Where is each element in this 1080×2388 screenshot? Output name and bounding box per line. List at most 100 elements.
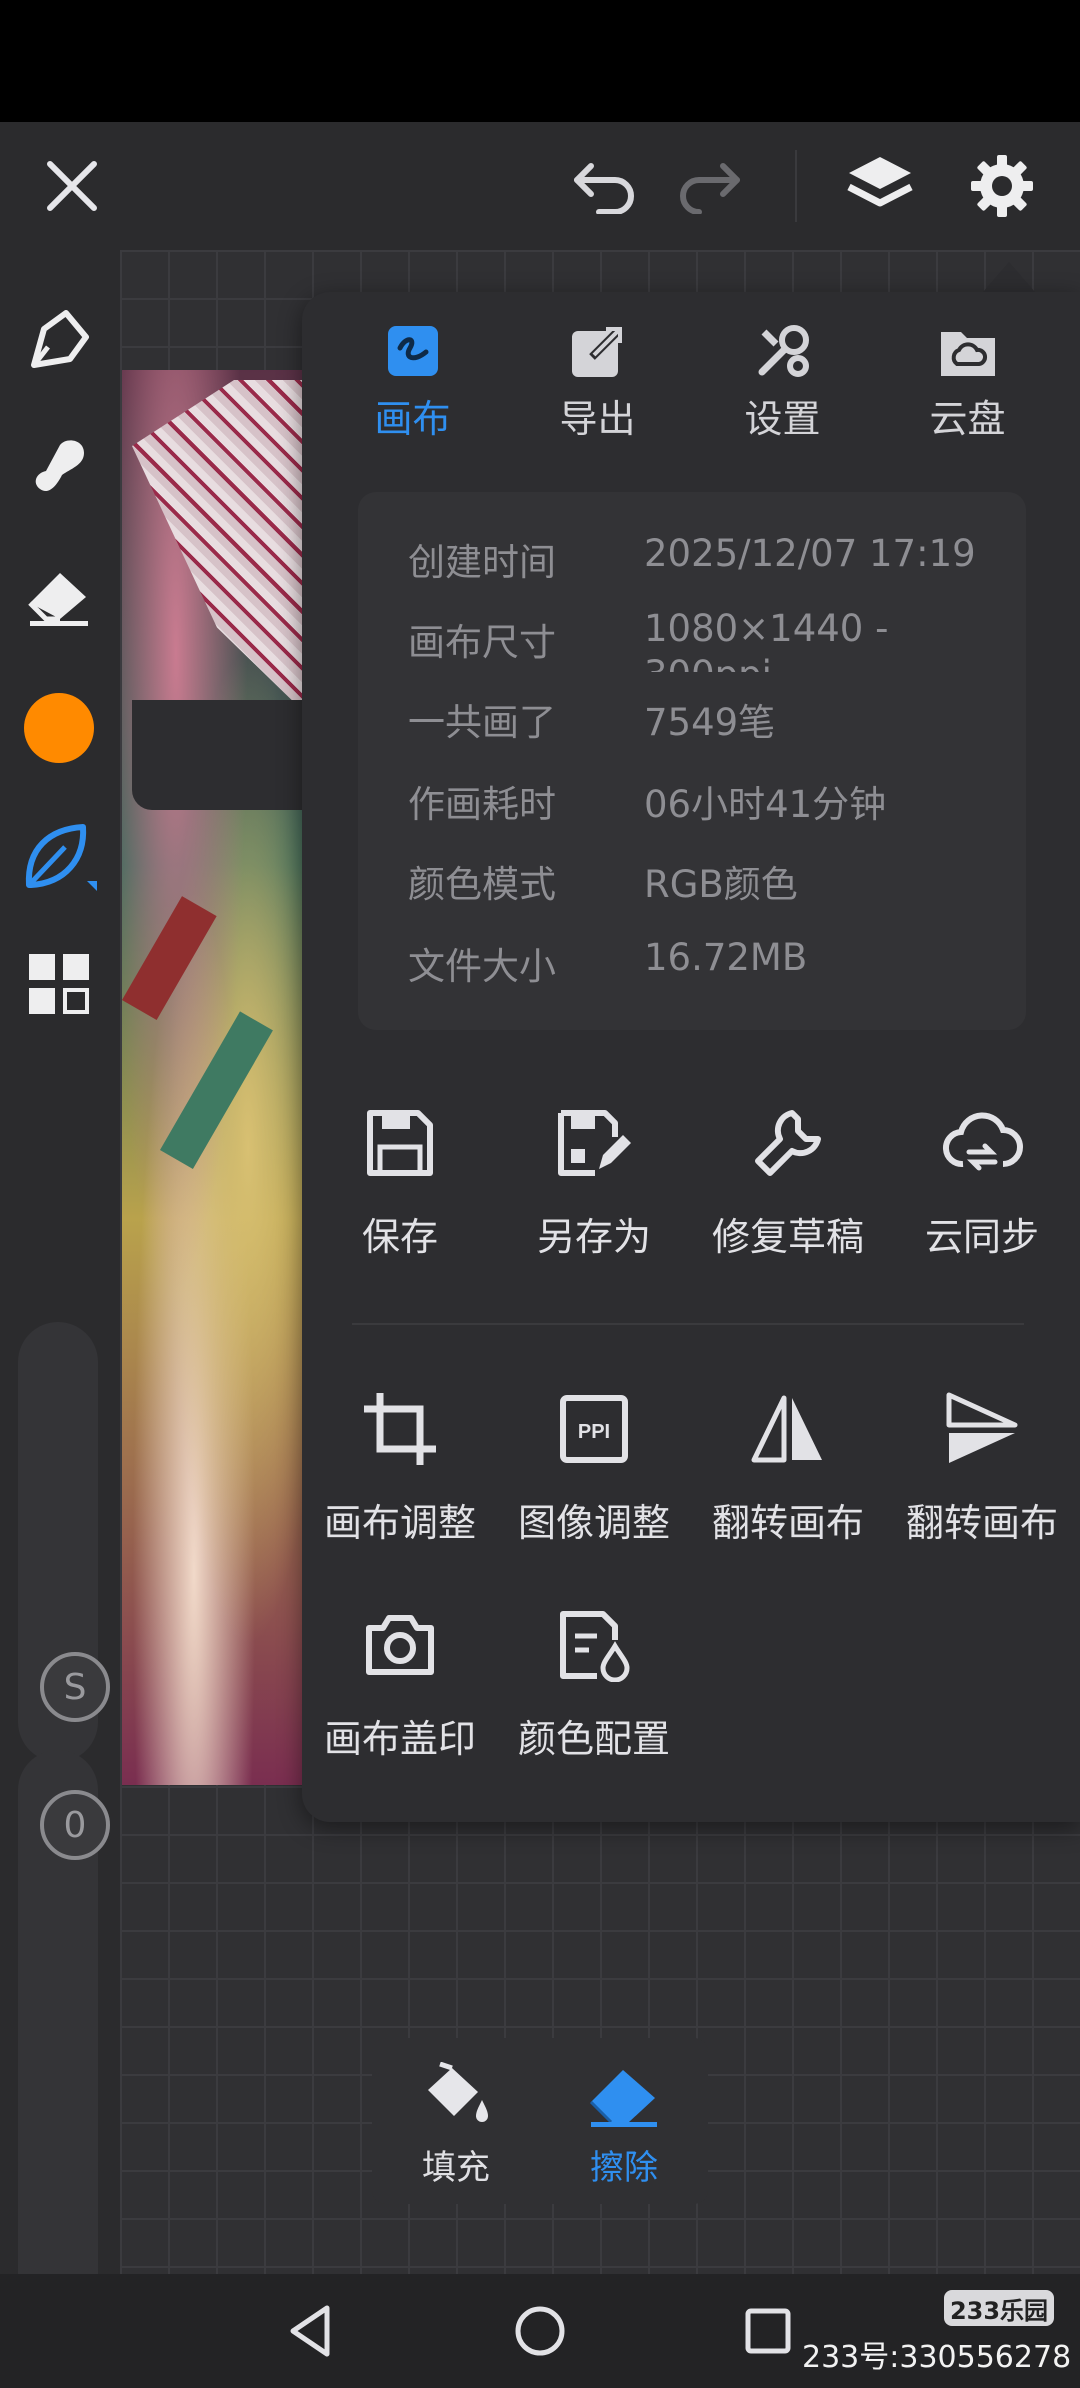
tab-label: 画布 [374,397,451,441]
panel-tabs: 画布 导出 设置 云盘 [320,320,1060,450]
redo-icon [680,163,740,214]
info-key: 作画耗时 [408,783,556,826]
action-label: 翻转画布 [905,1501,1058,1545]
fill-label: 填充 [422,2148,490,2188]
info-value: RGB颜色 [644,863,798,906]
flip-vertical-button[interactable]: 翻转画布 [884,1384,1080,1584]
layers-icon [847,157,913,207]
pen-tool-button[interactable] [0,300,118,380]
info-row: 作画耗时 06小时41分钟 [408,774,1008,834]
panel-pointer [983,262,1035,292]
eraser-icon [28,573,88,626]
crop-icon [364,1393,436,1465]
color-swatch-button[interactable] [0,688,118,768]
panel-divider [352,1323,1024,1325]
save-button[interactable]: 保存 [302,1098,498,1298]
flip-horizontal-icon [751,1395,822,1463]
info-row: 创建时间 2025/12/07 17:19 [408,532,1008,592]
tab-export[interactable]: 导出 [505,320,690,450]
undo-button[interactable] [554,122,654,250]
erase-button[interactable]: 擦除 [540,2038,708,2204]
fill-button[interactable]: 填充 [372,2038,540,2204]
opacity-knob[interactable]: 0 [40,1790,110,1860]
info-key: 文件大小 [408,945,556,988]
repair-draft-button[interactable]: 修复草稿 [690,1098,886,1298]
recents-square-icon [745,2308,791,2354]
settings-button[interactable] [952,122,1052,250]
action-label: 图像调整 [517,1501,670,1545]
tab-label: 导出 [559,397,636,441]
close-button[interactable] [22,122,122,250]
info-row: 一共画了 7549笔 [408,692,1008,752]
save-as-button[interactable]: 另存为 [496,1098,692,1298]
cloud-folder-icon [940,332,995,376]
opacity-slider[interactable]: 0 [18,1750,110,2362]
action-label: 翻转画布 [711,1501,864,1545]
cloud-sync-icon [943,1112,1023,1171]
color-profile-button[interactable]: 颜色配置 [496,1600,692,1800]
home-circle-icon [515,2306,565,2356]
action-label: 另存为 [536,1215,651,1259]
tab-label: 设置 [744,397,821,441]
paint-bucket-icon [428,2062,488,2122]
info-value: 7549笔 [644,701,776,744]
brush-size-slider[interactable]: S [18,1322,110,1762]
save-as-icon [558,1110,631,1176]
svg-text:PPI: PPI [578,1421,610,1443]
info-value: 1080×1440 - 300ppi [644,607,889,672]
eraser-icon [589,2070,657,2127]
wrench-icon [755,1110,821,1176]
tab-settings[interactable]: 设置 [690,320,875,450]
color-profile-icon [560,1611,630,1682]
flip-horizontal-button[interactable]: 翻转画布 [690,1384,886,1584]
status-bar [0,0,1080,122]
image-adjust-button[interactable]: PPI 图像调整 [496,1384,692,1584]
canvas-adjust-button[interactable]: 画布调整 [302,1384,498,1584]
info-row: 文件大小 16.72MB [408,936,1008,996]
top-toolbar [0,122,1080,250]
brush-tool-button[interactable] [0,816,118,900]
close-icon [47,161,97,211]
back-triangle-icon [290,2305,330,2357]
left-toolbar: S 0 [0,250,118,2362]
action-label: 画布调整 [323,1501,476,1545]
info-row: 画布尺寸 1080×1440 - 300ppi [408,606,1008,676]
smudge-tool-button[interactable] [0,426,118,506]
redo-button[interactable] [660,122,760,250]
info-key: 一共画了 [408,701,556,744]
layers-button[interactable] [830,122,930,250]
back-button[interactable] [250,2274,370,2388]
camera-icon [366,1615,434,1675]
action-label: 颜色配置 [517,1717,670,1761]
home-button[interactable] [480,2274,600,2388]
info-row: 颜色模式 RGB颜色 [408,854,1008,914]
pen-icon [31,310,89,368]
canvas-info-box: 创建时间 2025/12/07 17:19 画布尺寸 1080×1440 - 3… [358,492,1026,1030]
flip-vertical-icon [946,1392,1018,1463]
artwork-detail [132,700,302,810]
tools-icon [758,325,809,377]
save-icon [367,1110,433,1176]
tab-label: 云盘 [929,397,1006,441]
ppi-icon: PPI [560,1395,628,1463]
canvas-stamp-button[interactable]: 画布盖印 [302,1600,498,1800]
tab-cloud[interactable]: 云盘 [875,320,1060,450]
info-value: 16.72MB [644,936,808,979]
action-label: 画布盖印 [323,1717,476,1761]
gear-icon [971,155,1033,217]
fill-erase-toggle: 填充 擦除 [372,2038,708,2204]
smudge-icon [35,440,84,492]
action-label: 保存 [361,1215,438,1259]
action-label: 修复草稿 [711,1215,864,1259]
action-label: 云同步 [924,1215,1039,1259]
tab-canvas[interactable]: 画布 [320,320,505,450]
cloud-sync-button[interactable]: 云同步 [884,1098,1080,1298]
brush-size-knob[interactable]: S [40,1652,110,1722]
grid-menu-button[interactable] [0,944,118,1024]
erase-label: 擦除 [590,2148,658,2188]
info-value: 06小时41分钟 [644,783,887,826]
eraser-tool-button[interactable] [0,556,118,636]
color-swatch [24,693,94,763]
grid-icon [29,954,89,1014]
canvas-icon [387,326,438,376]
